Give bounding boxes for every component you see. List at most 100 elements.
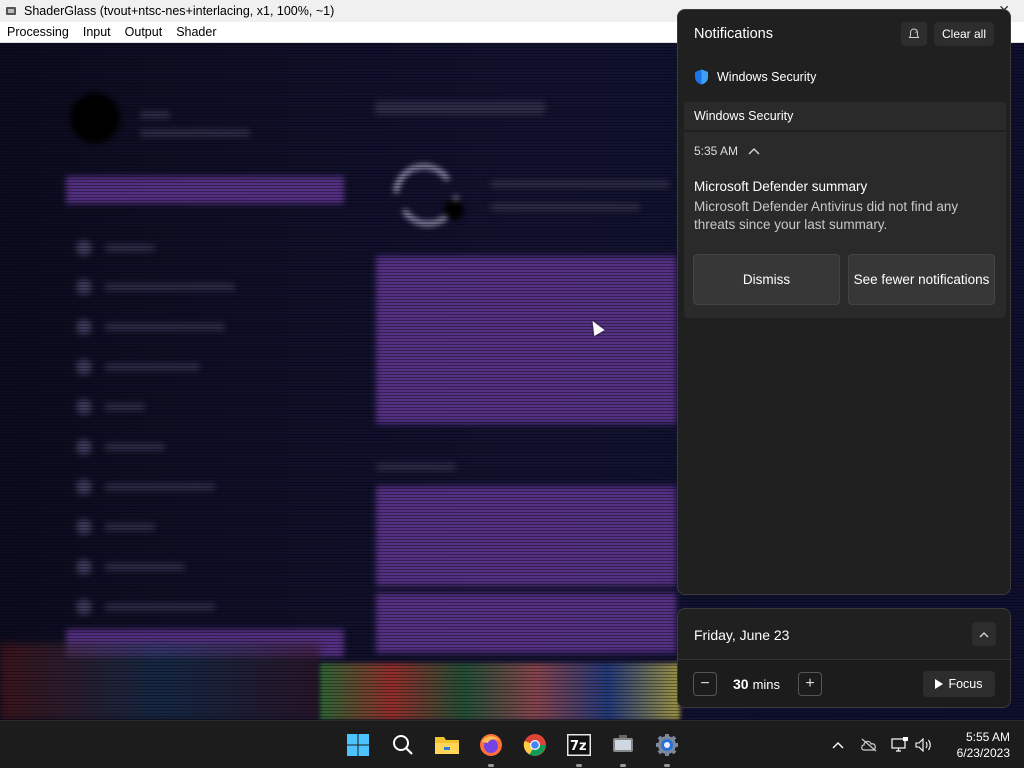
shaderglass-button[interactable] [609,731,637,767]
app-header: Windows Security [694,69,816,85]
blurred-nav-text [105,523,155,531]
running-indicator [620,764,626,767]
menu-input[interactable]: Input [83,25,111,39]
blurred-nav-text [105,443,165,451]
focus-minutes: 30 [733,676,749,692]
blurred-card [376,486,676,586]
notification-time-row: 5:35 AM [694,144,760,158]
blurred-text [140,129,250,137]
chevron-up-icon [832,742,844,749]
7zip-icon: 7z [567,734,591,756]
blurred-card [376,593,676,653]
chrome-button[interactable] [521,731,549,759]
calendar-expand-button[interactable] [972,622,996,646]
show-hidden-icons-button[interactable] [828,735,848,755]
chevron-up-icon [979,631,989,637]
running-indicator [488,764,494,767]
clear-all-button[interactable]: Clear all [934,22,994,46]
minus-icon: − [700,675,710,692]
running-indicator [576,764,582,767]
see-fewer-notifications-button[interactable]: See fewer notifications [848,254,995,305]
blurred-card [376,256,676,424]
chevron-up-icon[interactable] [748,147,760,155]
network-icon [891,737,908,752]
blurred-nav-icon [76,359,92,375]
notification-body: Microsoft Defender Antivirus did not fin… [694,199,959,232]
notification-center: Notifications z Clear all Windows Securi… [677,9,1011,595]
focus-duration: 30 mins [733,676,780,692]
folder-icon [435,737,459,754]
focus-button[interactable]: Focus [923,671,995,697]
menu-shader[interactable]: Shader [176,25,216,39]
blurred-nav-icon [76,519,92,535]
blurred-nav-icon [76,479,92,495]
do-not-disturb-button[interactable]: z [901,22,927,46]
blurred-nav-text [105,403,145,411]
focus-row: − 30 mins + Focus [678,660,1010,707]
blurred-sync-icon [393,163,464,227]
firefox-button[interactable] [477,731,505,767]
crt-glitch [0,643,320,720]
bell-snooze-icon: z [908,28,920,38]
dismiss-button[interactable]: Dismiss [693,254,840,305]
clock-time: 5:55 AM [965,730,1010,744]
blurred-nav-text [105,603,215,611]
blurred-heading [375,101,545,115]
calendar-panel: Friday, June 23 − 30 mins + Focus [677,608,1011,708]
blurred-text [490,180,670,188]
decrease-focus-button[interactable]: − [693,672,717,696]
search-button[interactable] [389,731,417,759]
blurred-nav-icon [76,240,92,256]
network-button[interactable] [890,735,910,755]
blurred-text [140,111,170,119]
settings-button[interactable] [653,731,681,767]
notification-title: Microsoft Defender summary [694,179,868,194]
blurred-nav-icon [76,399,92,415]
blurred-heading [376,463,456,471]
calendar-date: Friday, June 23 [694,627,790,643]
shaderglass-icon [613,735,633,752]
onedrive-button[interactable] [859,735,879,755]
menu-processing[interactable]: Processing [7,25,69,39]
windows-security-shield-icon [695,69,708,85]
clock-date: 6/23/2023 [956,746,1010,760]
cloud-offline-icon [861,738,877,752]
blurred-nav-text [105,563,185,571]
crt-glitch [320,663,680,720]
volume-icon [915,738,931,752]
7zip-button[interactable]: 7z [565,731,593,767]
focus-unit: mins [752,677,781,692]
svg-text:7z: 7z [570,739,587,754]
notification-time: 5:35 AM [694,144,739,158]
blurred-nav-icon [76,319,92,335]
running-indicator [664,764,670,767]
focus-label: Focus [948,677,983,691]
blurred-nav-text [105,283,235,291]
blurred-nav-icon [76,559,92,575]
notifications-title: Notifications [694,26,773,42]
taskbar-clock[interactable]: 5:55 AM 6/23/2023 [944,729,1010,761]
windows-logo-icon [347,734,369,756]
blurred-nav-icon [76,439,92,455]
menu-output[interactable]: Output [125,25,163,39]
blurred-nav-text [105,244,155,252]
shaderglass-app-icon [6,7,16,15]
blurred-text [490,203,640,211]
blurred-nav-icon [76,279,92,295]
search-icon [393,735,413,755]
firefox-icon [480,734,502,756]
notification-card[interactable]: 5:35 AM Microsoft Defender summary Micro… [684,132,1006,318]
notification-group-header[interactable]: Windows Security [684,102,1006,130]
window-title: ShaderGlass (tvout+ntsc-nes+interlacing,… [24,4,335,18]
blurred-nav-text [105,363,200,371]
volume-button[interactable] [914,735,934,755]
blurred-nav-icon [76,599,92,615]
plus-icon: + [805,675,815,692]
blurred-search-box [66,176,344,204]
file-explorer-button[interactable] [433,731,461,759]
increase-focus-button[interactable]: + [798,672,822,696]
chrome-icon [523,734,546,756]
play-icon [935,679,944,689]
start-button[interactable] [344,731,372,759]
gear-icon [656,734,678,756]
